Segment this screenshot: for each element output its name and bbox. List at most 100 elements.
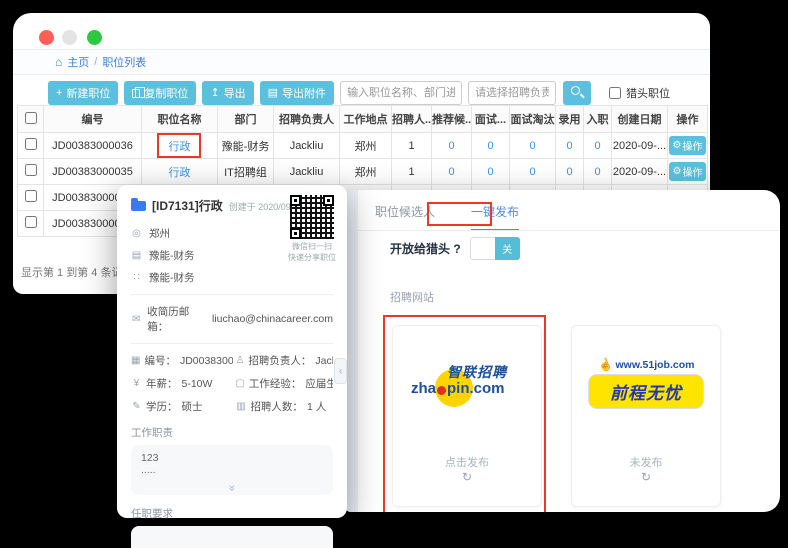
field-value: Jackliu [315, 355, 333, 367]
requirement-content-card [131, 526, 333, 548]
field-value: 硕士 [182, 399, 203, 414]
breadcrumb-home[interactable]: 主页 [67, 54, 89, 70]
row-action-button[interactable]: ⚙操作 [669, 162, 707, 181]
headhunt-checkbox[interactable] [609, 87, 621, 99]
department-icon: ▤ [131, 250, 142, 261]
field-label: 编号： [144, 353, 176, 368]
publish-status[interactable]: 点击发布 [393, 454, 541, 470]
job-title-link[interactable]: 行政 [169, 167, 191, 179]
zhaopin-logo: 智联招聘 zhapin.com [409, 362, 525, 410]
breadcrumb: ⌂ 主页 / 职位列表 [13, 49, 710, 75]
qr-caption-line1: 微信扫一扫 [287, 242, 337, 253]
refresh-icon[interactable]: ↻ [572, 470, 720, 484]
count-link[interactable]: 0 [566, 166, 572, 178]
collapse-panel-button[interactable]: ‹ [334, 358, 347, 384]
home-icon: ⌂ [55, 55, 62, 69]
gear-icon: ⚙ [673, 140, 682, 151]
mail-icon: ✉ [131, 314, 141, 325]
toolbar: + 新建职位 复制职位 ↥ 导出 ▤ 导出附件 猎头职位 [48, 81, 670, 105]
folder-icon [131, 201, 146, 211]
resume-email-label: 收简历邮箱： [147, 304, 206, 334]
location-icon: ◎ [131, 228, 142, 239]
job-card-title: [ID7131]行政 [152, 197, 223, 214]
count-link[interactable]: 0 [487, 166, 493, 178]
qr-share-block: 微信扫一扫 快速分享职位 [287, 195, 337, 264]
job-dept: 豫能-财务 [149, 248, 195, 263]
site-card-zhaopin[interactable]: 智联招聘 zhapin.com 点击发布 ↻ [392, 325, 542, 507]
site-card-51job[interactable]: ☝ www.51job.com 前程无忧 未发布 ↻ [571, 325, 721, 507]
copy-icon [132, 89, 140, 98]
plus-icon: + [56, 88, 62, 99]
job-org: 豫能-财务 [149, 270, 195, 285]
expand-chevron-icon[interactable]: « [226, 485, 238, 491]
toggle-on-segment: 关 [495, 237, 520, 260]
toggle-off-segment [470, 237, 495, 260]
zhaopin-red-dot-icon [437, 386, 446, 395]
field-value: 1 人 [307, 399, 326, 414]
row-checkbox[interactable] [25, 164, 37, 176]
count-link[interactable]: 0 [487, 140, 493, 152]
qr-caption-line2: 快速分享职位 [287, 253, 337, 264]
job-location: 郑州 [149, 226, 170, 241]
duty-line: ..... [141, 464, 323, 476]
id-icon: ▦ [131, 355, 140, 366]
publish-panel: 职位候选人 一键发布 开放给猎头 ? 关 招聘网站 智联招聘 zhapin.co… [345, 190, 780, 512]
gear-icon: ⚙ [673, 166, 682, 177]
count-link[interactable]: 0 [448, 166, 454, 178]
table-row: JD00383000036 行政 豫能-财务 Jackliu 郑州 1 0 0 … [18, 133, 708, 159]
copy-job-button[interactable]: 复制职位 [124, 81, 196, 105]
new-job-button[interactable]: + 新建职位 [48, 81, 118, 105]
search-input[interactable] [340, 81, 462, 105]
panel-tabs: 职位候选人 一键发布 [375, 203, 519, 231]
count-link[interactable]: 0 [529, 166, 535, 178]
row-checkbox[interactable] [25, 216, 37, 228]
traffic-light-zoom-icon[interactable] [87, 30, 102, 45]
publish-status: 未发布 [572, 454, 720, 470]
headcount-icon: ▥ [235, 401, 246, 412]
person-icon: ♙ [235, 355, 244, 366]
row-checkbox[interactable] [25, 138, 37, 150]
traffic-light-close-icon[interactable] [39, 30, 54, 45]
refresh-icon[interactable]: ↻ [393, 470, 541, 484]
field-value: JD00383000036 [180, 355, 233, 367]
row-action-button[interactable]: ⚙操作 [669, 136, 707, 155]
chevron-left-icon: ‹ [339, 366, 342, 377]
export-icon: ↥ [210, 88, 219, 99]
breadcrumb-separator: / [94, 56, 97, 68]
count-link[interactable]: 0 [448, 140, 454, 152]
owner-select-input[interactable] [468, 81, 556, 105]
headhunt-toggle[interactable]: 关 [470, 237, 520, 260]
job-share-card: [ID7131]行政 创建于 2020/09 微信扫一扫 快速分享职位 ◎郑州 … [117, 185, 347, 518]
tab-candidates[interactable]: 职位候选人 [375, 203, 435, 231]
duty-line: 123 [141, 452, 323, 464]
field-label: 年薪： [146, 376, 178, 391]
table-header-row: 编号 职位名称 部门 招聘负责人 工作地点 招聘人... 推荐候... 面试..… [18, 106, 708, 133]
count-link[interactable]: 0 [594, 140, 600, 152]
export-attachments-button[interactable]: ▤ 导出附件 [260, 81, 334, 105]
field-label: 招聘负责人： [248, 353, 311, 368]
count-link[interactable]: 0 [594, 166, 600, 178]
job-card-created: 创建于 2020/09 [229, 200, 291, 213]
table-row: JD00383000035 行政 IT招聘组 Jackliu 郑州 1 0 0 … [18, 159, 708, 185]
sites-section-title: 招聘网站 [390, 289, 434, 305]
traffic-light-minimize-icon[interactable] [62, 30, 77, 45]
job-title-link[interactable]: 行政 [169, 141, 191, 153]
headhunt-filter: 猎头职位 [609, 85, 670, 101]
tab-one-click-publish[interactable]: 一键发布 [471, 203, 519, 231]
salary-icon: ¥ [131, 378, 142, 389]
requirement-section-title: 任职要求 [131, 506, 333, 521]
count-link[interactable]: 0 [566, 140, 572, 152]
org-icon: ∷ [131, 272, 142, 283]
select-all-checkbox[interactable] [25, 112, 37, 124]
education-icon: ✎ [131, 401, 142, 412]
field-value: 5-10W [182, 378, 213, 390]
search-icon [571, 86, 580, 95]
attachment-icon: ▤ [268, 88, 278, 99]
export-button[interactable]: ↥ 导出 [202, 81, 253, 105]
tabs-divider [358, 230, 780, 231]
field-label: 工作经验： [249, 376, 302, 391]
search-button[interactable] [563, 81, 591, 105]
count-link[interactable]: 0 [529, 140, 535, 152]
row-checkbox[interactable] [25, 190, 37, 202]
hand-icon: ☝ [596, 356, 615, 374]
